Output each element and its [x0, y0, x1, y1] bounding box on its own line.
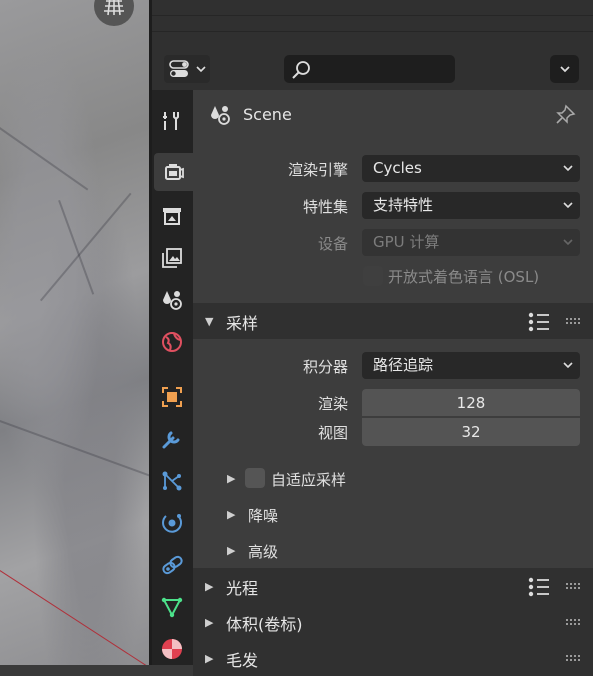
properties-header — [152, 46, 593, 90]
chevron-down-icon — [563, 239, 573, 246]
tab-render[interactable] — [154, 153, 193, 191]
context-title: Scene — [243, 105, 292, 124]
collapse-triangle-icon: ▼ — [205, 315, 214, 328]
properties-main: Scene 渲染引擎 Cycles 特性集 支持特性 设备 GPU 计算 开放式… — [193, 90, 593, 676]
sampling-panel-header[interactable]: ▼ 采样 — [193, 303, 593, 339]
expand-triangle-icon[interactable]: ▶ — [227, 472, 235, 485]
object-icon — [162, 387, 182, 407]
tab-particles[interactable] — [153, 462, 191, 500]
render-engine-select[interactable]: Cycles — [362, 155, 580, 182]
feature-set-value: 支持特性 — [373, 196, 434, 214]
view-layer-icon — [162, 248, 182, 268]
osl-checkbox[interactable] — [363, 266, 383, 286]
render-samples-label: 渲染 — [317, 395, 348, 413]
device-label: 设备 — [317, 235, 348, 253]
texture-crack — [40, 192, 132, 302]
tab-view-layer[interactable] — [153, 239, 191, 277]
texture-crack — [58, 200, 95, 295]
osl-label: 开放式着色语言 (OSL) — [388, 268, 540, 286]
tab-output[interactable] — [153, 197, 191, 235]
presets-list-icon[interactable] — [527, 312, 551, 332]
render-samples-field[interactable]: 128 — [362, 389, 580, 417]
chevron-down-icon — [563, 202, 573, 209]
tab-tool[interactable] — [153, 102, 191, 140]
tab-data[interactable] — [153, 588, 191, 626]
tab-constraints[interactable] — [153, 546, 191, 584]
viewport-samples-label: 视图 — [317, 424, 348, 442]
chevron-down-icon — [563, 362, 573, 369]
denoising-subpanel[interactable]: 降噪 — [248, 505, 278, 526]
feature-set-label: 特性集 — [302, 198, 348, 216]
chevron-down-icon — [196, 66, 206, 73]
scene-icon — [211, 106, 230, 125]
output-icon — [163, 208, 181, 225]
expand-triangle-icon: ▶ — [205, 616, 214, 629]
render-engine-label: 渲染引擎 — [287, 161, 348, 179]
texture-crack — [0, 420, 149, 477]
feature-set-select[interactable]: 支持特性 — [362, 192, 580, 219]
tab-physics[interactable] — [153, 504, 191, 542]
drag-handle-icon[interactable] — [566, 618, 582, 626]
presets-list-icon[interactable] — [527, 577, 551, 597]
scene-icon — [163, 291, 182, 310]
expand-triangle-icon: ▶ — [205, 652, 214, 665]
physics-icon — [162, 514, 182, 533]
options-dropdown-button[interactable] — [550, 55, 579, 83]
hair-panel-header[interactable]: ▶ 毛发 — [193, 640, 593, 676]
drag-handle-icon[interactable] — [566, 317, 582, 325]
expand-triangle-icon: ▶ — [205, 580, 214, 593]
top-region — [152, 0, 593, 46]
3d-viewport[interactable] — [0, 0, 149, 665]
device-value: GPU 计算 — [373, 233, 440, 251]
axis-x-line — [0, 570, 149, 665]
drag-handle-icon[interactable] — [566, 582, 582, 590]
constraints-icon — [162, 555, 183, 575]
expand-triangle-icon[interactable]: ▶ — [227, 544, 235, 557]
light-paths-title: 光程 — [226, 579, 259, 598]
mesh-data-icon — [161, 597, 183, 618]
pin-icon[interactable] — [554, 104, 576, 126]
chevron-down-icon — [559, 66, 570, 73]
drag-handle-icon[interactable] — [566, 654, 582, 662]
light-paths-panel-header[interactable]: ▶ 光程 — [193, 568, 593, 604]
properties-editor-icon — [169, 60, 189, 77]
advanced-subpanel[interactable]: 高级 — [248, 541, 278, 562]
volumes-panel-header[interactable]: ▶ 体积(卷标) — [193, 604, 593, 640]
editor-type-button[interactable] — [164, 55, 210, 83]
adaptive-sampling-checkbox[interactable] — [245, 468, 265, 488]
texture-crack — [0, 120, 89, 191]
render-icon — [164, 164, 184, 180]
tool-icon — [163, 112, 179, 130]
adaptive-sampling-label[interactable]: 自适应采样 — [271, 469, 346, 490]
toggle-grid-button[interactable] — [94, 0, 134, 26]
volumes-title: 体积(卷标) — [226, 615, 303, 634]
properties-tabs — [152, 90, 193, 665]
grid-icon — [104, 0, 124, 16]
integrator-value: 路径追踪 — [373, 356, 434, 374]
tab-material[interactable] — [153, 630, 191, 668]
render-engine-value: Cycles — [373, 159, 422, 177]
particles-icon — [162, 471, 182, 491]
viewport-samples-field[interactable]: 32 — [362, 418, 580, 446]
tab-scene[interactable] — [153, 281, 191, 319]
hair-title: 毛发 — [226, 651, 259, 670]
tab-object[interactable] — [153, 378, 191, 416]
sampling-title: 采样 — [226, 314, 259, 333]
world-icon — [162, 332, 182, 352]
material-icon — [162, 639, 182, 659]
search-icon — [292, 61, 310, 79]
integrator-label: 积分器 — [302, 358, 348, 376]
device-select[interactable]: GPU 计算 — [362, 229, 580, 256]
chevron-down-icon — [563, 165, 573, 172]
modifier-wrench-icon — [162, 431, 180, 449]
tab-modifiers[interactable] — [153, 420, 191, 458]
search-input[interactable] — [284, 55, 455, 83]
tab-world[interactable] — [153, 323, 191, 361]
integrator-select[interactable]: 路径追踪 — [362, 352, 580, 379]
expand-triangle-icon[interactable]: ▶ — [227, 508, 235, 521]
